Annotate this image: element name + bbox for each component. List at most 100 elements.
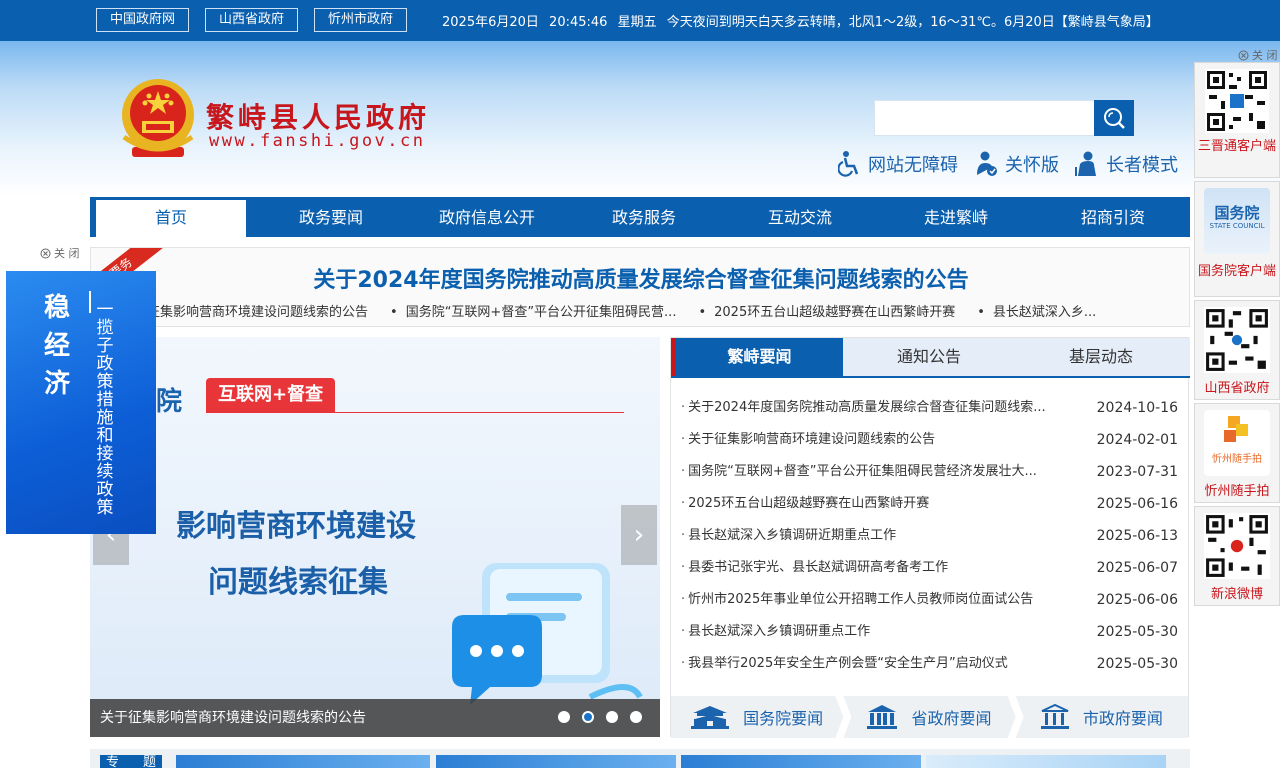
news-date: 2025-06-16 [1096, 496, 1178, 512]
qr-card-label: 国务院客户端 [1197, 264, 1276, 279]
news-date: 2025-06-13 [1096, 528, 1178, 544]
state-council-news-link[interactable]: 国务院要闻 [671, 696, 843, 738]
news-title[interactable]: 国务院“互联网+督查”平台公开征集阻碍民营经济发展壮大... [681, 456, 1037, 488]
news-title[interactable]: 县委书记张宇光、县长赵斌调研高考备考工作 [681, 552, 948, 584]
news-item[interactable]: 县长赵斌深入乡镇调研重点工作 2025-05-30 [671, 616, 1190, 648]
right-float-close-button[interactable]: 关 闭 [1238, 47, 1278, 63]
ticker-item[interactable]: 县长赵斌深入乡... [977, 301, 1096, 320]
news-item[interactable]: 国务院“互联网+督查”平台公开征集阻碍民营经济发展壮大... 2023-07-31 [671, 456, 1190, 488]
news-title[interactable]: 关于征集影响营商环境建设问题线索的公告 [681, 424, 935, 456]
nav-info-disclosure[interactable]: 政府信息公开 [416, 197, 558, 237]
suishoupai-logo-text: 忻州随手拍 [1212, 454, 1262, 465]
news-title[interactable]: 2025环五台山超级越野赛在山西繁峙开赛 [681, 488, 929, 520]
nav-home[interactable]: 首页 [96, 200, 246, 237]
news-title[interactable]: 县长赵斌深入乡镇调研重点工作 [681, 616, 870, 648]
qr-code-icon [1204, 513, 1270, 579]
topic-thumbnail[interactable] [176, 755, 430, 768]
slide-dot-active[interactable] [582, 711, 594, 723]
tab-grassroots[interactable]: 基层动态 [1015, 338, 1187, 376]
nav-gov-news[interactable]: 政务要闻 [246, 197, 416, 237]
qr-code-icon [1205, 69, 1269, 133]
close-icon [40, 248, 51, 258]
state-council-logo-sub: STATE COUNCIL [1209, 222, 1265, 230]
city-news-label: 市政府要闻 [1082, 709, 1163, 728]
date-text: 2025年6月20日 [442, 15, 539, 30]
headline-title[interactable]: 关于2024年度国务院推动高质量发展综合督查征集问题线索的公告 [91, 262, 1189, 294]
qr-card-label: 三晋通客户端 [1197, 139, 1276, 154]
news-item[interactable]: 关于2024年度国务院推动高质量发展综合督查征集问题线索... 2024-10-1… [671, 392, 1190, 424]
qr-card-label: 新浪微博 [1210, 587, 1263, 602]
ticker-item[interactable]: 国务院“互联网+督查”平台公开征集阻碍民营... [390, 301, 677, 320]
nav-about-fanshi[interactable]: 走进繁峙 [870, 197, 1042, 237]
wheelchair-icon [838, 151, 859, 177]
qr-card-suishoupai[interactable]: 忻州随手拍 忻州随手拍 [1194, 403, 1280, 503]
topic-thumbnail[interactable] [436, 755, 676, 768]
close-icon [1238, 50, 1249, 60]
qr-card-label: 忻州随手拍 [1204, 484, 1270, 499]
ticker-item[interactable]: 征集影响营商环境建设问题线索的公告 [147, 301, 368, 320]
link-central-gov[interactable]: 中国政府网 [96, 8, 190, 32]
ad-subtitle: 一揽子政策措施和接续政策 [96, 300, 114, 518]
news-date: 2024-10-16 [1096, 400, 1178, 416]
tab-fanshi-news[interactable]: 繁峙要闻 [671, 338, 843, 376]
left-ad-close-button[interactable]: 关 闭 [40, 245, 80, 261]
province-news-link[interactable]: 省政府要闻 [843, 696, 1015, 738]
nav-investment[interactable]: 招商引资 [1042, 197, 1184, 237]
qr-card-weibo[interactable]: 新浪微博 [1194, 506, 1280, 606]
news-date: 2023-07-31 [1096, 464, 1178, 480]
news-item[interactable]: 县委书记张宇光、县长赵斌调研高考备考工作 2025-06-07 [671, 552, 1190, 584]
news-item[interactable]: 我县举行2025年安全生产例会暨“安全生产月”启动仪式 2025-05-30 [671, 648, 1190, 680]
nav-interaction[interactable]: 互动交流 [730, 197, 870, 237]
slide-headline-2: 问题线索征集 [208, 565, 388, 600]
link-xinzhou-gov[interactable]: 忻州市政府 [314, 8, 408, 32]
search-button[interactable] [1094, 100, 1134, 136]
accessibility-label: 网站无障碍 [868, 155, 958, 176]
accessibility-link[interactable]: 网站无障碍 [838, 151, 958, 177]
left-floating-ad[interactable]: 稳经济 一揽子政策措施和接续政策 [6, 271, 156, 534]
logo-block [1224, 430, 1236, 442]
weather-text: 今天夜间到明天白天多云转晴，北风1～2级，16～31℃。6月20日【繁峙县气象局… [666, 15, 1159, 30]
search-input[interactable] [874, 100, 1095, 136]
qr-card-state-council[interactable]: 国务院 STATE COUNCIL 国务院客户端 [1194, 181, 1280, 297]
news-title[interactable]: 我县举行2025年安全生产例会暨“安全生产月”启动仪式 [681, 648, 1008, 680]
logo-block [1236, 424, 1248, 436]
news-title[interactable]: 县长赵斌深入乡镇调研近期重点工作 [681, 520, 896, 552]
state-council-logo-icon: 国务院 STATE COUNCIL [1204, 188, 1270, 254]
news-date: 2025-05-30 [1096, 656, 1178, 672]
ad-title: 稳经济 [43, 293, 70, 399]
slide-dot[interactable] [606, 711, 618, 723]
state-council-logo-text: 国务院 [1214, 204, 1260, 222]
news-item[interactable]: 忻州市2025年事业单位公开招聘工作人员教师岗位面试公告 2025-06-06 [671, 584, 1190, 616]
qr-card-label: 山西省政府 [1204, 381, 1270, 396]
qr-card-shanxi-gov[interactable]: 山西省政府 [1194, 300, 1280, 400]
slide-dot[interactable] [558, 711, 570, 723]
tab-notices[interactable]: 通知公告 [843, 338, 1015, 376]
care-person-icon [977, 151, 997, 176]
province-news-label: 省政府要闻 [911, 709, 992, 728]
city-news-link[interactable]: 市政府要闻 [1016, 696, 1188, 738]
link-shanxi-gov[interactable]: 山西省政府 [205, 8, 299, 32]
slide-dot[interactable] [630, 711, 642, 723]
topic-thumbnail[interactable] [926, 755, 1166, 768]
nav-gov-service[interactable]: 政务服务 [558, 197, 730, 237]
slide-divider [206, 412, 624, 413]
news-item[interactable]: 2025环五台山超级越野赛在山西繁峙开赛 2025-06-16 [671, 488, 1190, 520]
slide-next-button[interactable]: › [621, 505, 657, 565]
top-links: 中国政府网 山西省政府 忻州市政府 [96, 8, 423, 32]
special-topics-label: 专 题 [100, 755, 162, 768]
site-url: www.fanshi.gov.cn [209, 131, 426, 151]
news-title[interactable]: 忻州市2025年事业单位公开招聘工作人员教师岗位面试公告 [681, 584, 1033, 616]
qr-card-sanjintong[interactable]: 三晋通客户端 [1194, 62, 1280, 178]
care-mode-link[interactable]: 关怀版 [975, 151, 1059, 177]
news-title[interactable]: 关于2024年度国务院推动高质量发展综合督查征集问题线索... [681, 392, 1045, 424]
time-text: 20:45:46 [549, 15, 608, 30]
news-date: 2024-02-01 [1096, 432, 1178, 448]
ticker-item[interactable]: 2025环五台山超级越野赛在山西繁峙开赛 [698, 301, 955, 320]
news-item[interactable]: 县长赵斌深入乡镇调研近期重点工作 2025-06-13 [671, 520, 1190, 552]
pillar-building-icon [1040, 704, 1069, 729]
elder-mode-link[interactable]: 长者模式 [1074, 151, 1178, 177]
topic-thumbnail[interactable] [681, 755, 921, 768]
image-slider[interactable]: 务院 互联网+督查 影响营商环境建设 问题线索征集 ‹ › 关于征集影响营商环境… [90, 337, 660, 737]
care-mode-label: 关怀版 [1005, 155, 1059, 176]
news-item[interactable]: 关于征集影响营商环境建设问题线索的公告 2024-02-01 [671, 424, 1190, 456]
